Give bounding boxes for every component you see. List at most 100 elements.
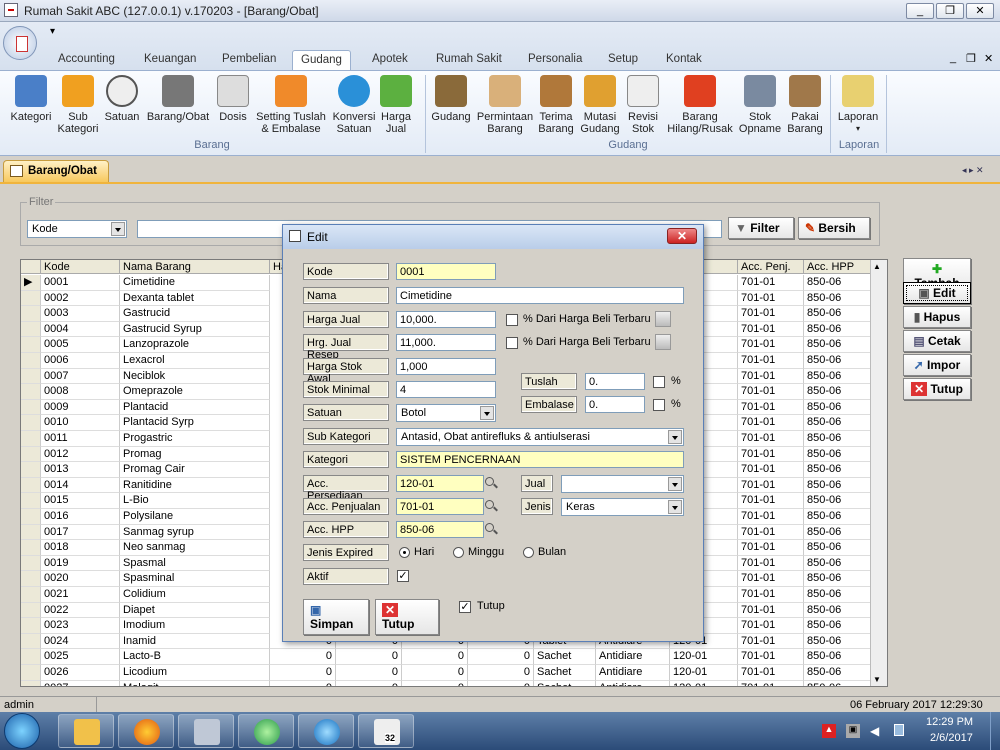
nama-field[interactable]: Cimetidine xyxy=(396,287,684,304)
taskbar-app[interactable] xyxy=(238,714,294,748)
jual-select[interactable] xyxy=(561,475,684,493)
row-indicator[interactable] xyxy=(21,399,41,416)
ribbon-barang-hilang-button[interactable]: Barang Hilang/Rusak xyxy=(664,75,736,135)
taskbar-firefox[interactable] xyxy=(118,714,174,748)
aktif-checkbox[interactable]: ✓ xyxy=(397,570,409,582)
ribbon-harga-jual-button[interactable]: Harga Jual xyxy=(378,75,414,135)
tab-keuangan[interactable]: Keuangan xyxy=(136,50,204,70)
scroll-down-icon[interactable]: ▼ xyxy=(873,675,881,684)
mdi-restore-button[interactable]: ❐ xyxy=(966,52,976,65)
tuslah-pct-checkbox[interactable] xyxy=(653,376,665,388)
row-indicator[interactable] xyxy=(21,477,41,494)
close-button[interactable]: ✕ xyxy=(966,3,994,19)
search-icon[interactable] xyxy=(484,499,498,513)
table-row[interactable]: 0027Molagit0000SachetAntidiare120-01701-… xyxy=(21,680,871,686)
delete-button[interactable]: ▮ Hapus xyxy=(903,306,971,328)
minimize-button[interactable]: _ xyxy=(906,3,934,19)
row-indicator[interactable] xyxy=(21,555,41,572)
acc-penjualan-field[interactable]: 701-01 xyxy=(396,498,484,515)
row-indicator[interactable] xyxy=(21,524,41,541)
row-indicator[interactable] xyxy=(21,665,41,681)
row-indicator[interactable] xyxy=(21,446,41,463)
row-indicator[interactable] xyxy=(21,633,41,650)
grid-header-acc-penj[interactable]: Acc. Penj. xyxy=(738,260,804,274)
start-button[interactable] xyxy=(4,713,40,749)
network-tray-icon[interactable]: ▣ xyxy=(846,724,860,738)
ribbon-stok-opname-button[interactable]: Stok Opname xyxy=(738,75,782,135)
satuan-select[interactable]: Botol xyxy=(396,404,496,422)
save-button[interactable]: ▣ Simpan xyxy=(303,599,369,635)
ribbon-dosis-button[interactable]: Dosis xyxy=(214,75,252,123)
harga-jual-field[interactable]: 10,000. xyxy=(396,311,496,328)
row-indicator[interactable] xyxy=(21,509,41,525)
row-indicator[interactable] xyxy=(21,493,41,509)
ribbon-setting-tuslah-button[interactable]: Setting Tuslah & Embalase xyxy=(254,75,328,135)
filter-field-select[interactable]: Kode xyxy=(27,220,127,238)
tab-pembelian[interactable]: Pembelian xyxy=(214,50,284,70)
ribbon-permintaan-button[interactable]: Permintaan Barang xyxy=(474,75,536,135)
row-indicator[interactable] xyxy=(21,306,41,322)
volume-icon[interactable]: ◀ xyxy=(870,724,879,738)
ribbon-konversi-satuan-button[interactable]: Konversi Satuan xyxy=(330,75,378,135)
table-row[interactable]: 0025 Lacto-B 0 0 0 0 Sachet Antidiare 120-01 701-… xyxy=(21,649,871,665)
clock-date[interactable]: 2/6/2017 xyxy=(930,732,973,744)
ribbon-terima-button[interactable]: Terima Barang xyxy=(536,75,576,135)
row-indicator[interactable] xyxy=(21,649,41,665)
edit-button[interactable]: ▣ Edit xyxy=(903,282,971,304)
quick-access-menu-icon[interactable]: ▾ xyxy=(50,26,55,37)
sub-kategori-select[interactable]: Antasid, Obat antirefluks & antiulserasi xyxy=(396,428,684,446)
jenis-select[interactable]: Keras xyxy=(561,498,684,516)
row-indicator[interactable] xyxy=(21,337,41,353)
row-indicator[interactable] xyxy=(21,321,41,338)
dialog-close-button[interactable]: ✕ xyxy=(667,228,697,244)
row-indicator[interactable] xyxy=(21,384,41,400)
radio-bulan[interactable] xyxy=(523,547,534,558)
import-button[interactable]: ➚ Impor xyxy=(903,354,971,376)
acc-hpp-field[interactable]: 850-06 xyxy=(396,521,484,538)
embalase-pct-checkbox[interactable] xyxy=(653,399,665,411)
row-indicator[interactable] xyxy=(21,431,41,447)
hrg-resep-field[interactable]: 11,000. xyxy=(396,334,496,351)
ribbon-laporan-button[interactable]: Laporan ▾ xyxy=(834,75,882,135)
row-indicator[interactable] xyxy=(21,618,41,634)
table-row[interactable]: 0026 Licodium 0 0 0 0 Sachet Antidiare 120-01 701… xyxy=(21,665,871,681)
row-indicator[interactable] xyxy=(21,462,41,478)
acc-persediaan-field[interactable]: 120-01 xyxy=(396,475,484,492)
dialog-tutup-button[interactable]: ✕ Tutup xyxy=(375,599,439,635)
row-indicator[interactable]: ▶ xyxy=(21,275,41,291)
kode-field[interactable]: 0001 xyxy=(396,263,496,280)
clock-time[interactable]: 12:29 PM xyxy=(926,716,973,728)
kategori-field[interactable]: SISTEM PENCERNAAN xyxy=(396,451,684,468)
row-indicator[interactable] xyxy=(21,290,41,307)
mdi-minimize-button[interactable]: _ xyxy=(950,52,956,64)
search-icon[interactable] xyxy=(484,522,498,536)
harga-jual-pct-checkbox[interactable] xyxy=(506,314,518,326)
harga-stok-field[interactable]: 1,000 xyxy=(396,358,496,375)
ribbon-barang-obat-button[interactable]: Barang/Obat xyxy=(144,75,212,123)
stok-minimal-field[interactable]: 4 xyxy=(396,381,496,398)
ribbon-mutasi-button[interactable]: Mutasi Gudang xyxy=(578,75,622,135)
tab-kontak[interactable]: Kontak xyxy=(658,50,710,70)
ribbon-kategori-button[interactable]: Kategori xyxy=(6,75,56,123)
ribbon-satuan-button[interactable]: Satuan xyxy=(102,75,142,123)
grid-header-kode[interactable]: Kode xyxy=(41,260,120,274)
taskbar-explorer[interactable] xyxy=(58,714,114,748)
ribbon-gudang-button[interactable]: Gudang xyxy=(428,75,474,123)
taskbar-media-player[interactable] xyxy=(298,714,354,748)
radio-minggu[interactable] xyxy=(453,547,464,558)
taskbar-hospital-app[interactable]: 32 xyxy=(358,714,414,748)
ribbon-revisi-stok-button[interactable]: Revisi Stok xyxy=(624,75,662,135)
row-indicator[interactable] xyxy=(21,540,41,556)
hrg-resep-pct-checkbox[interactable] xyxy=(506,337,518,349)
ribbon-pakai-barang-button[interactable]: Pakai Barang xyxy=(784,75,826,135)
doc-tab-barang-obat[interactable]: Barang/Obat xyxy=(3,160,109,182)
row-indicator[interactable] xyxy=(21,571,41,587)
tab-setup[interactable]: Setup xyxy=(600,50,646,70)
ribbon-sub-kategori-button[interactable]: Sub Kategori xyxy=(56,75,100,135)
tab-rumah-sakit[interactable]: Rumah Sakit xyxy=(428,50,510,70)
clear-filter-button[interactable]: ✎ Bersih xyxy=(798,217,870,239)
search-icon[interactable] xyxy=(484,476,498,490)
print-button[interactable]: ▤ Cetak xyxy=(903,330,971,352)
show-desktop-button[interactable] xyxy=(990,712,1000,750)
row-indicator[interactable] xyxy=(21,368,41,385)
